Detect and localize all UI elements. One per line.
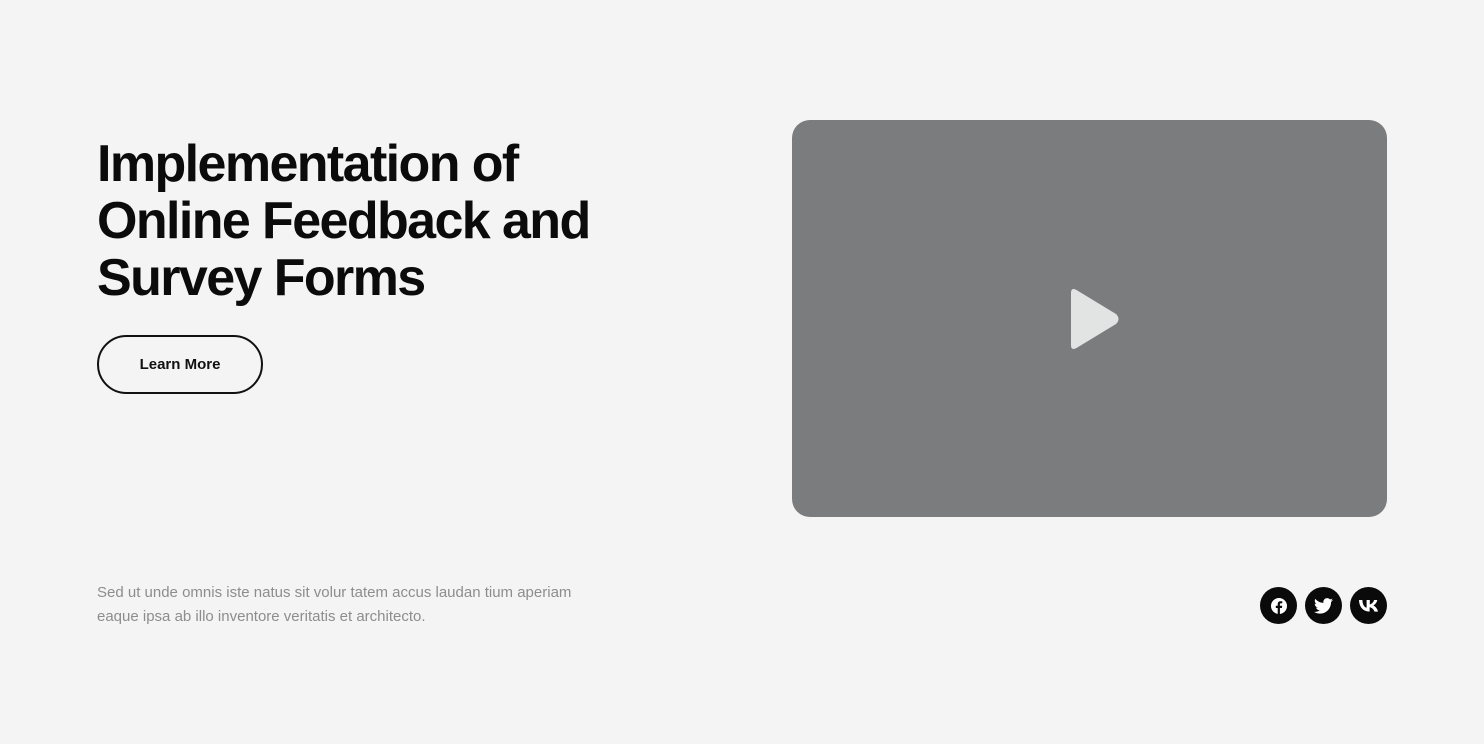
learn-more-button[interactable]: Learn More [97,335,263,394]
twitter-button[interactable] [1305,587,1342,624]
play-icon[interactable] [1065,287,1121,351]
social-links [1260,587,1387,624]
description-line: eaque ipsa ab illo inventore veritatis e… [97,608,426,625]
vk-icon [1358,599,1378,612]
description-line: Sed ut unde omnis iste natus sit volur t… [97,584,572,601]
description-text: Sed ut unde omnis iste natus sit volur t… [97,581,617,629]
video-player[interactable] [792,120,1387,517]
vk-button[interactable] [1350,587,1387,624]
twitter-icon [1314,597,1333,614]
hero-title-line: Survey Forms [97,249,426,307]
facebook-button[interactable] [1260,587,1297,624]
facebook-icon [1270,597,1287,614]
hero-title: Implementation of Online Feedback and Su… [97,136,657,307]
hero-title-line: Online Feedback and [97,192,591,250]
hero-title-line: Implementation of [97,135,519,193]
